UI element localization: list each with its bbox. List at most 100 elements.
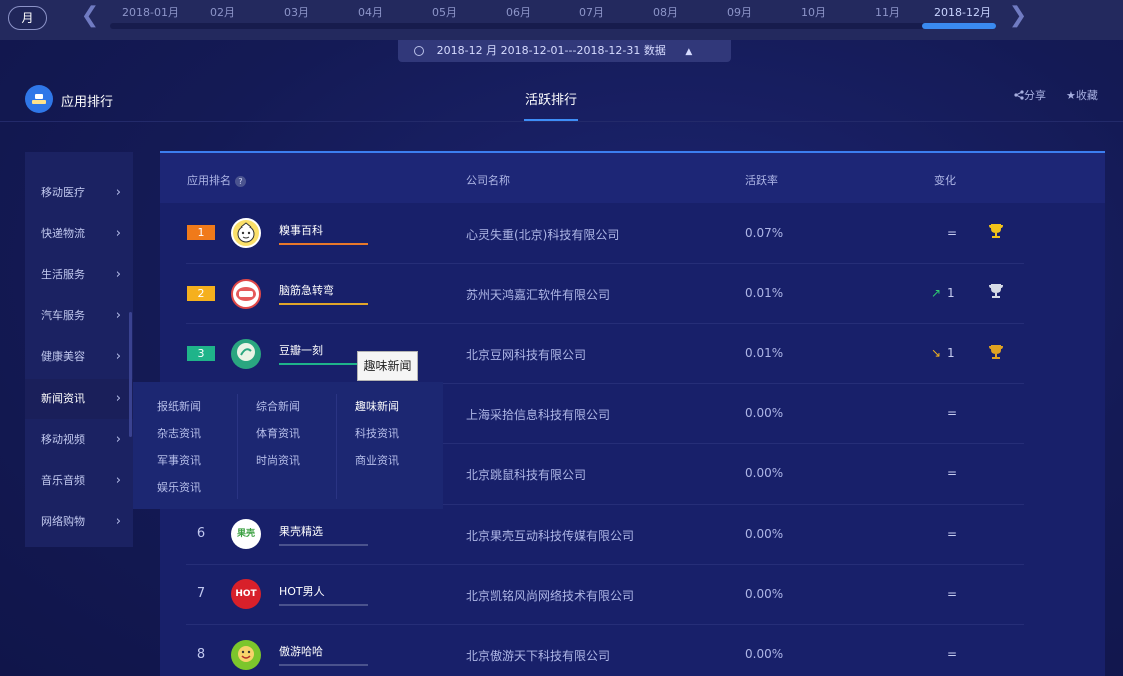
app-name[interactable]: 果壳精选 <box>279 523 323 539</box>
rank-badge: 1 <box>187 225 215 240</box>
chevron-right-icon: › <box>115 267 121 282</box>
date-range-text: 2018-12 月 2018-12-01---2018-12-31 数据 <box>436 44 666 57</box>
sidebar-item-mobile-video[interactable]: 移动视频 › <box>25 420 133 460</box>
sidebar-item-life-services[interactable]: 生活服务 › <box>25 255 133 295</box>
company-name: 北京果壳互动科技传媒有限公司 <box>466 529 635 543</box>
company-name: 北京豆网科技有限公司 <box>466 348 587 362</box>
sidebar-item-health-beauty[interactable]: 健康美容 › <box>25 337 133 377</box>
company-name: 苏州天鸿嘉汇软件有限公司 <box>466 288 611 302</box>
timeline-track[interactable] <box>110 23 996 29</box>
active-rate: 0.01% <box>745 346 784 360</box>
sidebar-item-label: 移动医疗 <box>41 186 85 199</box>
share-icon <box>1014 90 1024 100</box>
row-divider <box>186 564 1024 565</box>
arrow-up-icon: ↗ <box>931 286 942 300</box>
sidebar-item-logistics[interactable]: 快递物流 › <box>25 214 133 254</box>
sidebar-item-music-audio[interactable]: 音乐音频 › <box>25 461 133 501</box>
company-name: 北京傲游天下科技有限公司 <box>466 649 611 663</box>
change-value: = <box>947 647 958 661</box>
timeline-month[interactable]: 07月 <box>579 4 604 20</box>
timeline-month[interactable]: 09月 <box>727 4 752 20</box>
sidebar-item-label: 生活服务 <box>41 268 85 281</box>
sidebar-item-news[interactable]: 新闻资讯 › <box>25 379 133 419</box>
sidebar-scrollbar[interactable] <box>129 312 132 437</box>
app-name[interactable]: 傲游哈哈 <box>279 643 323 659</box>
timeline-prev-icon[interactable]: ❮ <box>80 4 100 30</box>
date-range-toggle[interactable]: 2018-12 月 2018-12-01---2018-12-31 数据 ▲ <box>398 40 731 62</box>
app-activity-bar <box>279 363 368 365</box>
change-value: 1 <box>947 286 955 300</box>
period-toggle-button[interactable]: 月 <box>8 6 47 30</box>
row-divider <box>186 263 1024 264</box>
change-value: 1 <box>947 346 955 360</box>
row-divider <box>186 323 1024 324</box>
sidebar-item-shopping[interactable]: 网络购物 › <box>25 502 133 542</box>
timeline-month[interactable]: 10月 <box>801 4 826 20</box>
submenu-item-hovered[interactable]: 趣味新闻 <box>355 398 399 414</box>
submenu-item[interactable]: 时尚资讯 <box>256 452 300 468</box>
divider <box>0 121 1123 122</box>
timeline-month[interactable]: 11月 <box>875 4 900 20</box>
sidebar-item-auto-services[interactable]: 汽车服务 › <box>25 296 133 336</box>
timeline-month[interactable]: 03月 <box>284 4 309 20</box>
help-icon[interactable]: ? <box>235 175 246 187</box>
app-name[interactable]: 糗事百科 <box>279 222 323 238</box>
submenu-item[interactable]: 军事资讯 <box>157 452 201 468</box>
rank-logo-icon <box>25 85 53 113</box>
timeline: 月 ❮ ❯ 2018-01月 02月 03月 04月 05月 06月 07月 0… <box>0 0 1123 40</box>
active-rate: 0.07% <box>745 226 784 240</box>
divider <box>237 394 238 499</box>
timeline-month[interactable]: 05月 <box>432 4 457 20</box>
active-rate: 0.00% <box>745 406 784 420</box>
timeline-month[interactable]: 02月 <box>210 4 235 20</box>
company-name: 心灵失重(北京)科技有限公司 <box>466 228 620 242</box>
app-activity-bar <box>279 243 368 245</box>
share-button[interactable]: 分享 <box>1014 87 1046 103</box>
active-rate: 0.00% <box>745 647 784 661</box>
tab-active-ranking[interactable]: 活跃排行 <box>525 89 577 108</box>
timeline-selected-range[interactable] <box>922 23 996 29</box>
active-rate: 0.00% <box>745 587 784 601</box>
submenu-item[interactable]: 商业资讯 <box>355 452 399 468</box>
app-name[interactable]: 豆瓣一刻 <box>279 342 323 358</box>
timeline-month[interactable]: 08月 <box>653 4 678 20</box>
rank-number: 6 <box>196 526 206 541</box>
bronze-trophy-icon <box>989 345 1003 359</box>
timeline-month[interactable]: 06月 <box>506 4 531 20</box>
timeline-month[interactable]: 04月 <box>358 4 383 20</box>
change-value: = <box>947 587 958 601</box>
sidebar-item-label: 新闻资讯 <box>41 392 85 405</box>
app-activity-bar <box>279 303 368 305</box>
submenu-item[interactable]: 科技资讯 <box>355 425 399 441</box>
sidebar-item-label: 汽车服务 <box>41 309 85 322</box>
chevron-right-icon: › <box>115 432 121 447</box>
app-name[interactable]: 脑筋急转弯 <box>279 282 334 298</box>
sidebar-item-label: 网络购物 <box>41 515 85 528</box>
table-header <box>160 153 1105 203</box>
sidebar-item-label: 音乐音频 <box>41 474 85 487</box>
timeline-next-icon[interactable]: ❯ <box>1008 4 1028 30</box>
row-divider <box>186 624 1024 625</box>
submenu-item[interactable]: 杂志资讯 <box>157 425 201 441</box>
company-name: 上海采拾信息科技有限公司 <box>466 408 611 422</box>
timeline-month[interactable]: 2018-12月 <box>934 4 991 20</box>
rank-number: 7 <box>196 586 206 601</box>
chevron-right-icon: › <box>115 185 121 200</box>
header-rate: 活跃率 <box>745 174 778 187</box>
sidebar-item-mobile-health[interactable]: 移动医疗 › <box>25 173 133 213</box>
divider <box>336 394 337 499</box>
timeline-month[interactable]: 2018-01月 <box>122 4 179 20</box>
chevron-right-icon: › <box>115 226 121 241</box>
chevron-right-icon: › <box>115 391 121 406</box>
app-name[interactable]: HOT男人 <box>279 583 325 599</box>
submenu-item[interactable]: 娱乐资讯 <box>157 479 201 495</box>
submenu-item[interactable]: 综合新闻 <box>256 398 300 414</box>
brain-teaser-icon <box>231 279 261 309</box>
submenu-item[interactable]: 报纸新闻 <box>157 398 201 414</box>
change-value: = <box>947 406 958 420</box>
favorite-button[interactable]: ★收藏 <box>1066 87 1098 103</box>
hover-tooltip: 趣味新闻 <box>357 351 418 381</box>
submenu-item[interactable]: 体育资讯 <box>256 425 300 441</box>
clock-icon <box>414 46 424 56</box>
chevron-right-icon: › <box>115 349 121 364</box>
